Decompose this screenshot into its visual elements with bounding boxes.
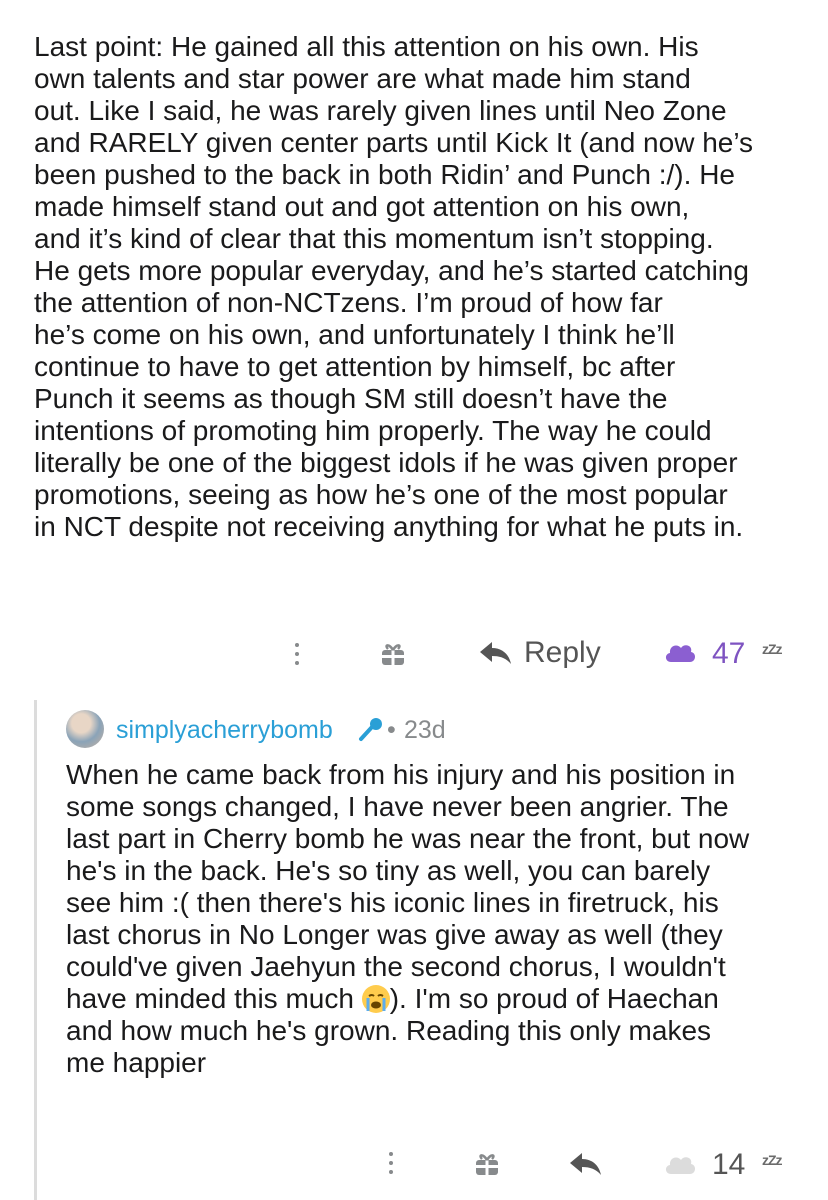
microphone-icon xyxy=(359,718,382,741)
more-options-icon[interactable] xyxy=(389,1152,393,1179)
reply-body: When he came back from his injury and hi… xyxy=(66,759,826,1079)
username[interactable]: simplyacherrybomb xyxy=(116,716,333,745)
purple-cloud-icon[interactable] xyxy=(663,640,697,664)
gift-award-icon[interactable] xyxy=(380,641,406,667)
reply-arrow-icon xyxy=(480,642,511,664)
reply-body-text: When he came back from his injury and hi… xyxy=(66,759,750,1014)
meta-separator: • xyxy=(387,716,396,744)
reply-button[interactable]: Reply xyxy=(478,636,601,670)
reply-label: Reply xyxy=(524,636,601,669)
zzz-icon[interactable]: zZz xyxy=(762,641,783,657)
comment-body: Last point: He gained all this attention… xyxy=(34,31,754,542)
cloud-icon[interactable] xyxy=(663,1152,697,1176)
crying-face-emoji xyxy=(361,985,390,1013)
vote-count: 47 xyxy=(712,637,746,670)
zzz-icon[interactable]: zZz xyxy=(762,1152,783,1168)
timestamp: 23d xyxy=(404,716,446,744)
vote-count: 14 xyxy=(712,1148,746,1181)
avatar[interactable] xyxy=(66,710,104,748)
reply-arrow-icon[interactable] xyxy=(568,1151,604,1177)
thread-line xyxy=(34,700,37,1200)
more-options-icon[interactable] xyxy=(295,643,299,670)
gift-award-icon[interactable] xyxy=(474,1151,500,1177)
